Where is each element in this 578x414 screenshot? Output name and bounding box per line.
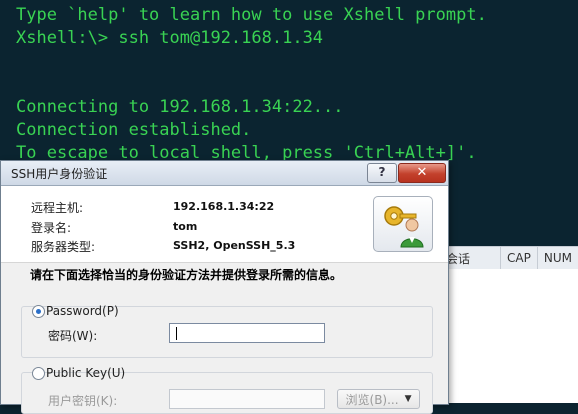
dialog-title: SSH用户身份验证 [11, 167, 108, 181]
login-name-value: tom [173, 220, 198, 233]
terminal-line: Type `help' to learn how to use Xshell p… [16, 5, 487, 25]
background-panel [446, 269, 578, 403]
status-caps: CAP [500, 247, 537, 269]
password-field-label: 密码(W): [48, 329, 98, 343]
terminal-line: Connection established. [16, 120, 252, 140]
public-key-radio[interactable] [32, 367, 45, 380]
dialog-titlebar[interactable]: SSH用户身份验证 ? ✕ [1, 161, 448, 186]
help-button[interactable]: ? [367, 163, 397, 183]
user-key-field-label: 用户密钥(K): [48, 394, 118, 408]
terminal-output: Type `help' to learn how to use Xshell p… [16, 4, 487, 165]
server-type-label: 服务器类型: [31, 240, 96, 254]
public-key-radio-label[interactable]: Public Key(U) [46, 366, 125, 380]
user-key-icon [373, 196, 433, 252]
status-bar: 会话 CAP NUM [440, 246, 578, 270]
instruction-text: 请在下面选择恰当的身份验证方法并提供登录所需的信息。 [30, 268, 343, 282]
status-session-fragment: 会话 [446, 251, 471, 266]
terminal-line: Xshell:\> ssh tom@192.168.1.34 [16, 28, 324, 48]
remote-host-label: 远程主机: [31, 201, 84, 215]
server-type-value: SSH2, OpenSSH_5.3 [173, 239, 296, 252]
text-caret [176, 327, 177, 340]
radio-selected-dot [36, 309, 41, 314]
browse-button[interactable]: 浏览(B)... ▼ [337, 389, 420, 409]
login-name-label: 登录名: [31, 221, 72, 235]
password-input[interactable] [169, 323, 325, 343]
status-num: NUM [536, 247, 578, 269]
connection-info-panel: 远程主机: 192.168.1.34:22 登录名: tom 服务器类型: SS… [1, 186, 448, 263]
password-radio-label[interactable]: Password(P) [46, 304, 119, 318]
password-radio[interactable] [32, 305, 45, 318]
close-button[interactable]: ✕ [398, 163, 446, 183]
remote-host-value: 192.168.1.34:22 [173, 200, 275, 213]
user-key-select[interactable] [169, 389, 325, 409]
browse-button-label: 浏览(B)... [345, 392, 399, 407]
terminal-line: Connecting to 192.168.1.34:22... [16, 97, 344, 117]
